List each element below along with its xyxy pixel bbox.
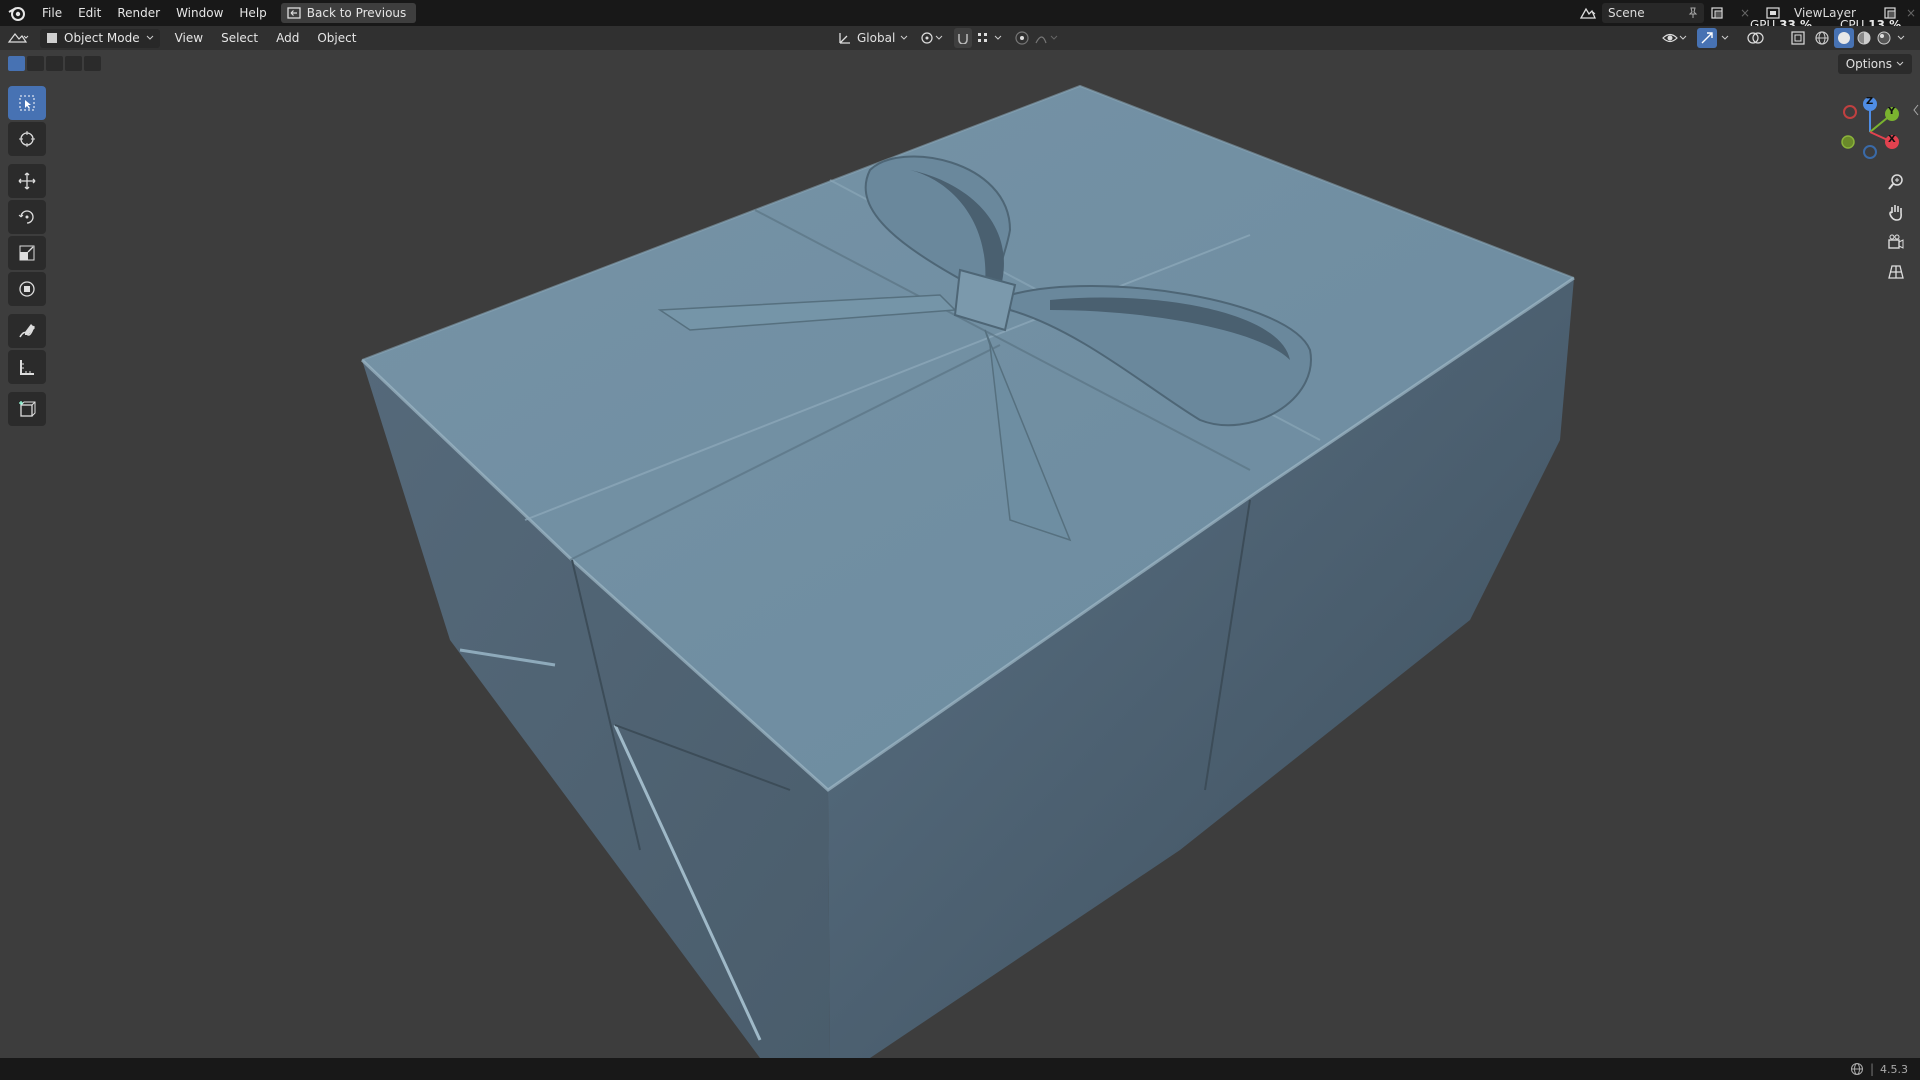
navigation-gizmo[interactable]: Z Y X: [1830, 92, 1910, 172]
3d-viewport[interactable]: [0, 50, 1920, 1058]
rotate-tool[interactable]: [8, 200, 46, 234]
falloff-icon[interactable]: [1034, 30, 1060, 46]
scene-field[interactable]: Scene: [1602, 3, 1704, 23]
gizmo-dropdown-icon[interactable]: [1721, 35, 1729, 41]
menu-object[interactable]: Object: [308, 26, 365, 50]
gizmo-toggle-icon[interactable]: [1697, 28, 1717, 48]
measure-tool[interactable]: [8, 350, 46, 384]
gizmo-z-label: Z: [1866, 96, 1874, 107]
scale-icon: [18, 244, 36, 262]
sidebar-toggle-icon[interactable]: [1912, 104, 1920, 116]
status-bar: | 4.5.3: [0, 1058, 1920, 1080]
status-divider: |: [1869, 1062, 1874, 1076]
select-extend-icon[interactable]: [27, 56, 44, 71]
select-box-icon: [18, 94, 36, 112]
orientation-icon: [838, 31, 852, 45]
select-intersect-icon[interactable]: [84, 56, 101, 71]
add-cube-tool[interactable]: [8, 392, 46, 426]
transform-orientation-select[interactable]: Global: [838, 28, 908, 48]
menu-window[interactable]: Window: [168, 0, 231, 26]
perspective-toggle-button[interactable]: [1882, 258, 1910, 286]
tool-shelf: [8, 86, 46, 428]
camera-view-button[interactable]: [1882, 228, 1910, 256]
shading-solid-icon[interactable]: [1834, 28, 1854, 48]
snap-toggle-icon[interactable]: [954, 28, 972, 48]
object-mode-select[interactable]: Object Mode: [40, 28, 160, 48]
chevron-down-icon: [146, 35, 154, 41]
hand-icon: [1887, 203, 1905, 221]
gizmo-y-label: Y: [1888, 106, 1896, 117]
scene-type-icon[interactable]: [1574, 6, 1602, 20]
cursor-icon: [18, 130, 36, 148]
options-label: Options: [1845, 57, 1892, 71]
viewport-header: Object Mode View Select Add Object Globa…: [0, 26, 1920, 50]
proportional-edit-icon[interactable]: [1014, 30, 1030, 46]
back-icon: [287, 7, 301, 19]
select-subtract-icon[interactable]: [46, 56, 63, 71]
new-scene-icon[interactable]: [1704, 6, 1730, 20]
gift-box-model[interactable]: [0, 50, 1920, 1058]
pin-icon[interactable]: [1688, 7, 1698, 19]
shading-wireframe-icon[interactable]: [1814, 30, 1830, 46]
network-icon: [1850, 1062, 1864, 1076]
transform-icon: [18, 280, 36, 298]
select-new-icon[interactable]: [8, 56, 25, 71]
selection-mode-group: [8, 56, 101, 71]
menu-select[interactable]: Select: [212, 26, 267, 50]
menu-help[interactable]: Help: [231, 0, 274, 26]
xray-toggle-icon[interactable]: [1790, 30, 1806, 46]
menu-edit[interactable]: Edit: [70, 0, 109, 26]
ruler-icon: [18, 358, 36, 376]
overlays-toggle-icon[interactable]: [1746, 30, 1766, 46]
options-dropdown[interactable]: Options: [1837, 54, 1912, 74]
shading-dropdown-icon[interactable]: [1897, 35, 1905, 41]
back-to-previous-button[interactable]: Back to Previous: [280, 3, 417, 23]
scene-name: Scene: [1608, 6, 1645, 20]
move-tool[interactable]: [8, 164, 46, 198]
camera-icon: [1887, 233, 1905, 251]
shading-rendered-icon[interactable]: [1876, 30, 1892, 46]
add-cube-icon: [18, 400, 36, 418]
pan-button[interactable]: [1882, 198, 1910, 226]
pivot-point-icon[interactable]: [920, 30, 944, 46]
cursor-tool[interactable]: [8, 122, 46, 156]
scale-tool[interactable]: [8, 236, 46, 270]
transform-tool[interactable]: [8, 272, 46, 306]
move-icon: [18, 172, 36, 190]
version-label: 4.5.3: [1880, 1062, 1908, 1076]
grid-icon: [1887, 263, 1905, 281]
object-mode-label: Object Mode: [64, 31, 140, 45]
rotate-icon: [18, 208, 36, 226]
top-bar: File Edit Render Window Help Back to Pre…: [0, 0, 1920, 26]
object-visibility-icon[interactable]: [1662, 30, 1688, 46]
snap-target-icon[interactable]: [976, 30, 1004, 46]
annotate-tool[interactable]: [8, 314, 46, 348]
back-to-previous-label: Back to Previous: [306, 6, 407, 20]
editor-type-icon[interactable]: [0, 31, 36, 45]
select-box-tool[interactable]: [8, 86, 46, 120]
blender-logo-icon[interactable]: [0, 0, 34, 26]
gizmo-x-label: X: [1888, 134, 1896, 145]
menu-render[interactable]: Render: [109, 0, 168, 26]
shading-material-icon[interactable]: [1856, 30, 1872, 46]
select-invert-icon[interactable]: [65, 56, 82, 71]
menu-file[interactable]: File: [34, 0, 70, 26]
orientation-label: Global: [857, 31, 896, 45]
zoom-button[interactable]: [1882, 168, 1910, 196]
object-mode-icon: [46, 32, 58, 44]
zoom-icon: [1887, 173, 1905, 191]
menu-view[interactable]: View: [166, 26, 212, 50]
annotate-icon: [18, 322, 36, 340]
menu-add[interactable]: Add: [267, 26, 308, 50]
delete-view-layer-icon[interactable]: ×: [1902, 6, 1920, 20]
